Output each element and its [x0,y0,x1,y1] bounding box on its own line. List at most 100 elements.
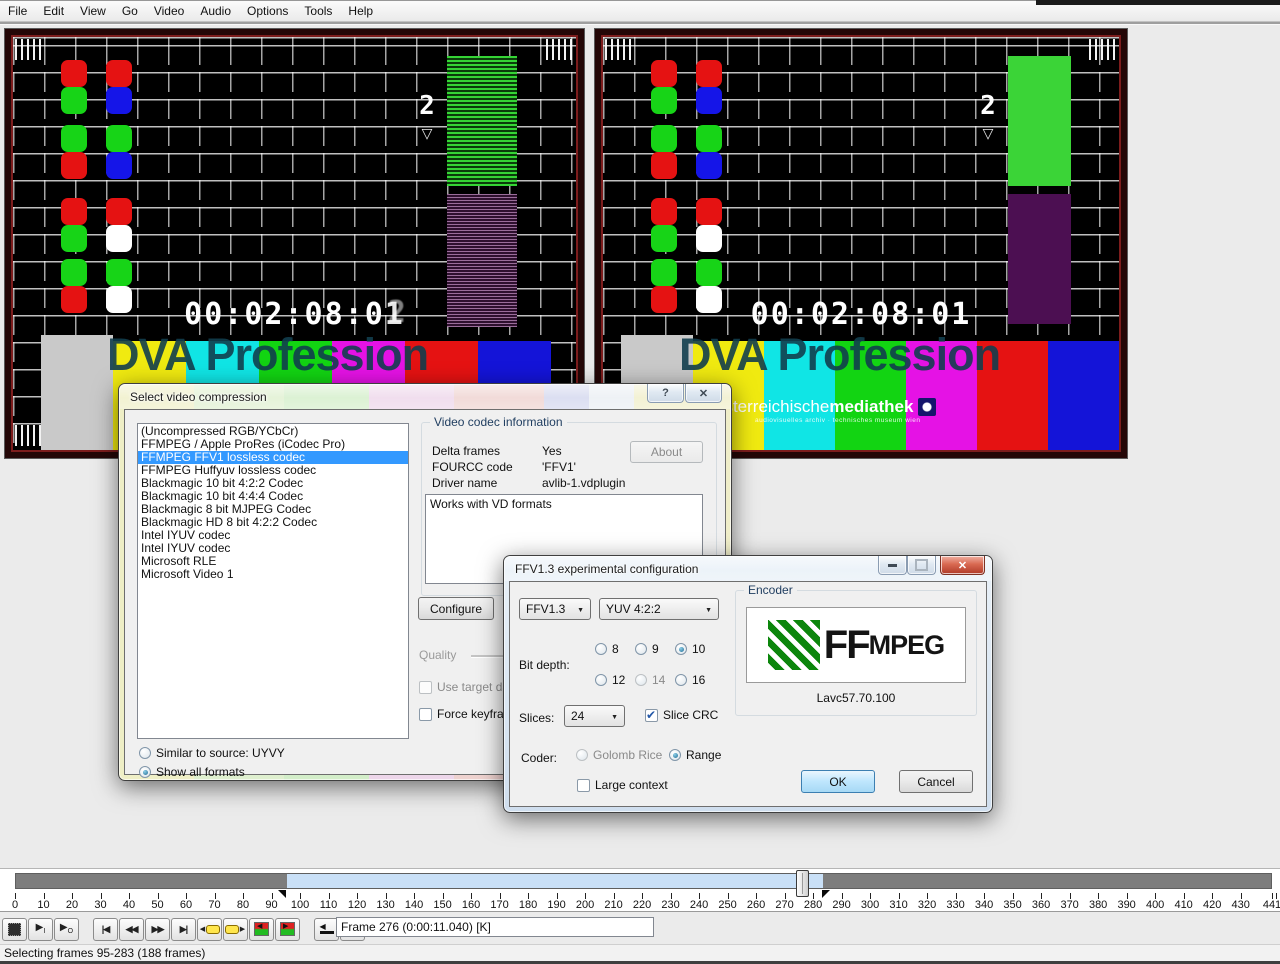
pattern-square [106,125,132,152]
bit-depth-12-radio[interactable]: 12 [595,673,625,687]
ruler-tick-label: 20 [66,899,78,911]
slice-crc-checkbox[interactable]: Slice CRC [645,708,718,722]
next-scene-icon: ▶ [280,922,295,936]
dialog-title-bar[interactable]: Select video compression [119,384,731,409]
checkbox-icon [577,779,590,792]
menu-item-file[interactable]: File [0,2,35,20]
go-to-end-button[interactable]: ▶| [171,918,196,941]
pattern-square [651,198,677,225]
prev-keyframe-button[interactable]: ◀ [197,918,222,941]
radio-show-all-formats[interactable]: Show all formats [139,765,245,779]
prev-scene-button[interactable]: ◀ [249,918,274,941]
force-keyframes-checkbox[interactable]: Force keyfram [419,707,514,721]
next-keyframe-icon: ▶ [225,925,246,934]
menu-item-audio[interactable]: Audio [192,2,239,20]
virtualdub-window: FileEditViewGoVideoAudioOptionsToolsHelp… [0,0,1280,964]
radio-icon [635,674,647,686]
coder-range-radio[interactable]: Range [669,748,721,762]
pattern-square [61,87,87,114]
bit-depth-9-radio[interactable]: 9 [635,642,659,656]
pattern-square [106,225,132,252]
menu-item-tools[interactable]: Tools [296,2,340,20]
group-title: Encoder [744,583,797,597]
pattern-square [696,125,722,152]
ruler-tick-label: 420 [1203,899,1221,911]
ruler-tick-label: 290 [832,899,850,911]
ruler-tick-label: 441 [1263,899,1280,911]
step-forward-button[interactable]: ▶▶ [145,918,170,941]
pattern-square [651,225,677,252]
go-to-end-icon: ▶| [180,925,187,934]
timeline-track[interactable] [15,873,1272,889]
menu-item-video[interactable]: Video [146,2,192,20]
maximize-icon [907,556,936,575]
ruler-tick-label: 140 [405,899,423,911]
codec-list-item[interactable]: Microsoft Video 1 [138,568,408,581]
pattern-square [651,152,677,179]
menu-item-edit[interactable]: Edit [35,2,72,20]
minimize-icon[interactable] [878,556,907,575]
go-to-start-button[interactable]: |◀ [93,918,118,941]
ruler-tick-label: 10 [37,899,49,911]
ruler-tick-label: 220 [633,899,651,911]
radio-similar-to-source[interactable]: Similar to source: UYVY [139,746,285,760]
ruler-tick-label: 360 [1032,899,1050,911]
bit-depth-16-radio[interactable]: 16 [675,673,705,687]
ruler-tick-label: 240 [690,899,708,911]
stop-icon [8,923,21,936]
chevron-down-icon: ▼ [705,607,712,614]
ruler-tick-label: 0 [12,899,18,911]
play-input-button[interactable]: ▶I [28,918,53,941]
menu-item-view[interactable]: View [72,2,114,20]
version-dropdown[interactable]: FFV1.3▼ [519,598,591,620]
menu-item-options[interactable]: Options [239,2,296,20]
coder-golomb-rice-radio: Golomb Rice [576,748,662,762]
ffmpeg-logo: FF MPEG [746,607,966,683]
timeline-position-thumb[interactable] [796,870,809,897]
codec-listbox[interactable]: (Uncompressed RGB/YCbCr)FFMPEG / Apple P… [137,423,409,739]
close-icon[interactable]: ✕ [685,384,722,403]
help-button[interactable]: ? [647,384,684,403]
encoder-version: Lavc57.70.100 [736,691,976,705]
encoder-group: Encoder FF MPEG Lavc57.70.100 [735,590,977,716]
next-scene-button[interactable]: ▶ [275,918,300,941]
ruler-tick-label: 210 [604,899,622,911]
menu-item-go[interactable]: Go [114,2,146,20]
pattern-square [61,125,87,152]
ruler-tick-label: 250 [718,899,736,911]
pattern-square [61,152,87,179]
radio-icon [675,674,687,686]
watermark-subline: audiovisuelles archiv · technisches muse… [755,417,936,424]
close-icon[interactable]: ✕ [940,556,985,575]
colorspace-dropdown[interactable]: YUV 4:2:2▼ [599,598,719,620]
radio-icon [576,749,588,761]
group-title: Video codec information [430,415,567,429]
bit-depth-8-radio[interactable]: 8 [595,642,619,656]
ruler-tick-label: 170 [490,899,508,911]
bit-depth-10-radio[interactable]: 10 [675,642,705,656]
ruler-tick-label: 130 [376,899,394,911]
ruler-tick-label: 160 [462,899,480,911]
ok-button[interactable]: OK [801,770,875,793]
play-output-button[interactable]: ▶O [54,918,79,941]
ruler-tick-label: 100 [291,899,309,911]
slices-dropdown[interactable]: 24▼ [564,705,625,727]
large-context-checkbox[interactable]: Large context [577,778,668,792]
cancel-button[interactable]: Cancel [899,770,973,793]
step-backward-button[interactable]: ◀◀ [119,918,144,941]
pattern-square [61,198,87,225]
ruler-tick-label: 330 [946,899,964,911]
bit-depth-14-radio: 14 [635,673,665,687]
stop-button[interactable] [2,918,27,941]
timeline-ruler: 0102030405060708090100110120130140150160… [0,868,1280,912]
configure-button[interactable]: Configure [418,597,494,620]
pattern-square [61,225,87,252]
pattern-square [696,259,722,286]
selection-start-marker [278,890,286,898]
next-keyframe-button[interactable]: ▶ [223,918,248,941]
info-row: Delta framesYes [432,444,500,458]
green-test-block [1008,56,1071,186]
use-target-checkbox: Use target da [419,680,509,694]
ruler-tick-label: 280 [804,899,822,911]
menu-item-help[interactable]: Help [340,2,381,20]
